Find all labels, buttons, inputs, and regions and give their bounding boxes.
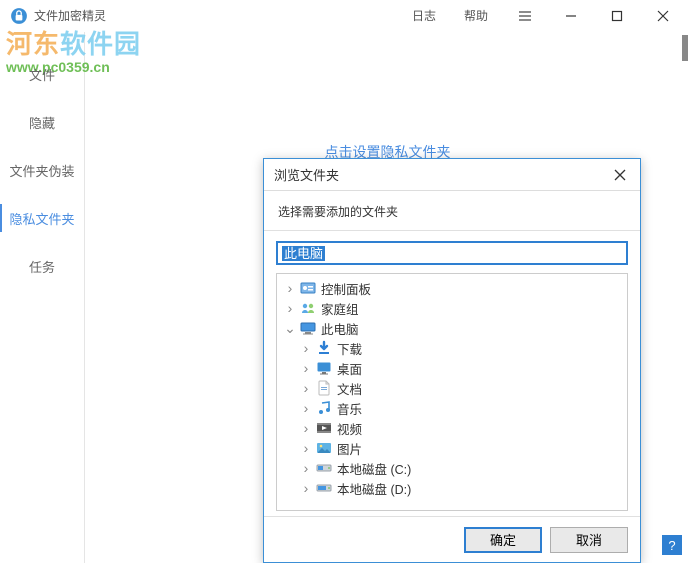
help-button[interactable]: 帮助 <box>450 0 502 32</box>
tree-item-label: 控制面板 <box>321 279 371 298</box>
folder-tree[interactable]: › 控制面板 › 家庭组 ⌄ 此电脑 › 下载 › 桌面 › 文档 › 音乐 › 视频 › 图片 › 本地磁盘 (C:… <box>276 273 628 511</box>
tree-item-label: 此电脑 <box>321 319 359 338</box>
dialog-title: 浏览文件夹 <box>274 165 339 184</box>
tree-expander-icon[interactable]: › <box>283 300 297 316</box>
app-title: 文件加密精灵 <box>34 7 106 24</box>
dialog-close-button[interactable] <box>600 159 640 190</box>
dialog-body: 此电脑 › 控制面板 › 家庭组 ⌄ 此电脑 › 下载 › 桌面 › 文档 › 音乐 › 视频 › 图片 › 本地磁盘… <box>264 231 640 516</box>
sidebar-item-disguise[interactable]: 文件夹伪装 <box>0 146 84 194</box>
sidebar-item-tasks[interactable]: 任务 <box>0 242 84 290</box>
control-panel-icon <box>299 280 317 296</box>
tree-item-label: 家庭组 <box>321 299 359 318</box>
tree-item-documents[interactable]: › 文档 <box>277 378 627 398</box>
dialog-titlebar: 浏览文件夹 <box>264 159 640 191</box>
sidebar-item-privacy[interactable]: 隐私文件夹 <box>0 194 84 242</box>
tree-expander-icon[interactable]: › <box>299 380 313 396</box>
tree-item-pictures[interactable]: › 图片 <box>277 438 627 458</box>
titlebar: 文件加密精灵 日志 帮助 <box>0 0 690 32</box>
tree-item-label: 桌面 <box>337 359 362 378</box>
tree-item-label: 本地磁盘 (C:) <box>337 459 411 478</box>
tree-item-label: 下载 <box>337 339 362 358</box>
menu-button[interactable] <box>502 0 548 32</box>
dialog-footer: 确定 取消 <box>264 516 640 562</box>
cancel-button[interactable]: 取消 <box>550 527 628 553</box>
sidebar-item-label: 任务 <box>29 257 55 276</box>
tree-item-label: 本地磁盘 (D:) <box>337 479 411 498</box>
videos-icon <box>315 420 333 436</box>
tree-item-desktop[interactable]: › 桌面 <box>277 358 627 378</box>
tree-item-music[interactable]: › 音乐 <box>277 398 627 418</box>
log-button[interactable]: 日志 <box>398 0 450 32</box>
tree-expander-icon[interactable]: › <box>299 440 313 456</box>
sidebar-item-file[interactable]: 文件 <box>0 50 84 98</box>
ok-button[interactable]: 确定 <box>464 527 542 553</box>
tree-expander-icon[interactable]: › <box>283 280 297 296</box>
sidebar-item-hide[interactable]: 隐藏 <box>0 98 84 146</box>
tree-item-control-panel[interactable]: › 控制面板 <box>277 278 627 298</box>
sidebar-item-label: 隐私文件夹 <box>9 209 74 228</box>
tree-expander-icon[interactable]: › <box>299 360 313 376</box>
minimize-button[interactable] <box>548 0 594 32</box>
folder-path-input[interactable]: 此电脑 <box>276 241 628 265</box>
tree-expander-icon[interactable]: › <box>299 420 313 436</box>
sidebar-item-label: 隐藏 <box>29 113 55 132</box>
tree-expander-icon[interactable]: › <box>299 340 313 356</box>
tree-item-disk-d[interactable]: › 本地磁盘 (D:) <box>277 478 627 498</box>
tree-expander-icon[interactable]: ⌄ <box>283 320 297 337</box>
tree-expander-icon[interactable]: › <box>299 400 313 416</box>
dialog-subtitle: 选择需要添加的文件夹 <box>264 191 640 231</box>
sidebar-item-label: 文件 <box>29 65 55 84</box>
tree-item-this-pc[interactable]: ⌄ 此电脑 <box>277 318 627 338</box>
tree-item-label: 视频 <box>337 419 362 438</box>
documents-icon <box>315 380 333 396</box>
browse-folder-dialog: 浏览文件夹 选择需要添加的文件夹 此电脑 › 控制面板 › 家庭组 ⌄ 此电脑 › 下载 › 桌面… <box>263 158 641 563</box>
pictures-icon <box>315 440 333 456</box>
close-button[interactable] <box>640 0 686 32</box>
help-badge[interactable]: ? <box>662 535 682 555</box>
sidebar: 文件 隐藏 文件夹伪装 隐私文件夹 任务 <box>0 32 85 563</box>
disk-d-icon <box>315 480 333 496</box>
disk-c-icon <box>315 460 333 476</box>
tree-item-disk-c[interactable]: › 本地磁盘 (C:) <box>277 458 627 478</box>
tree-expander-icon[interactable]: › <box>299 480 313 496</box>
tree-item-downloads[interactable]: › 下载 <box>277 338 627 358</box>
downloads-icon <box>315 340 333 356</box>
tree-item-label: 图片 <box>337 439 362 458</box>
desktop-icon <box>315 360 333 376</box>
app-lock-icon <box>10 7 28 25</box>
homegroup-icon <box>299 300 317 316</box>
this-pc-icon <box>299 320 317 336</box>
tree-item-label: 音乐 <box>337 399 362 418</box>
tree-item-homegroup[interactable]: › 家庭组 <box>277 298 627 318</box>
maximize-button[interactable] <box>594 0 640 32</box>
tree-item-label: 文档 <box>337 379 362 398</box>
tree-expander-icon[interactable]: › <box>299 460 313 476</box>
sidebar-item-label: 文件夹伪装 <box>9 161 74 180</box>
music-icon <box>315 400 333 416</box>
tree-item-videos[interactable]: › 视频 <box>277 418 627 438</box>
